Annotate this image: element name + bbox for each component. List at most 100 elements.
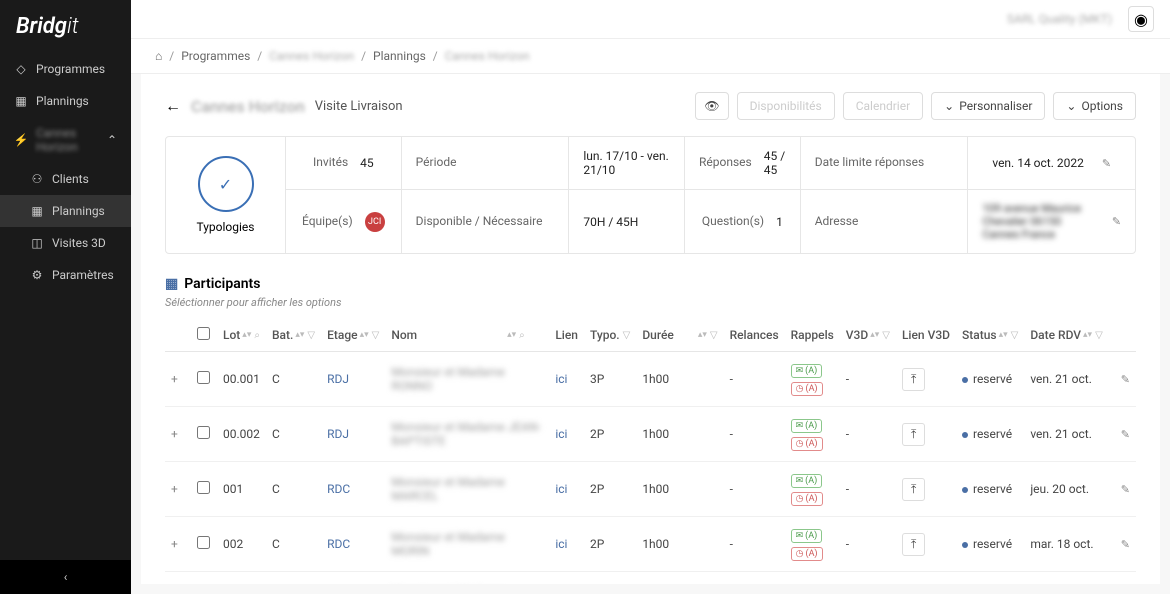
filter-icon[interactable]: ▽ [307,330,315,341]
home-icon[interactable]: ⌂ [155,49,162,63]
table-row: + 002 C RDC Monsieur et Madame MORIN ici… [165,517,1136,572]
cell-equipes: Équipe(s) JCI [286,190,402,253]
filter-icon[interactable]: ▽ [623,330,631,341]
cell-adresse-val: 109 avenue Maurice Chevalier 06150 Canne… [968,190,1135,253]
cell-lot: 003 [217,572,266,585]
cell-duree: 1h00 [636,352,723,407]
cell-relances: - [724,407,785,462]
select-all-checkbox[interactable] [197,327,210,340]
etage-link[interactable]: RDC [327,537,350,551]
cell-reponses: Réponses 45 / 45 [685,137,801,189]
cell-nom: Monsieur et Madame RONNO [391,365,505,393]
user-menu[interactable]: ◉ [1128,6,1154,32]
lien-link[interactable]: ici [555,537,567,551]
filter-icon[interactable]: ▽ [882,330,890,341]
cell-bat: C [266,352,321,407]
check-circle-icon: ✓ [198,156,254,212]
calendrier-button[interactable]: Calendrier [843,92,923,120]
crumb-programmes[interactable]: Programmes [181,49,250,63]
cell-relances: - [724,462,785,517]
sort-icon[interactable]: ▴▾ [360,333,369,338]
disponibilites-button[interactable]: Disponibilités [737,92,835,120]
crumb-project[interactable]: Cannes Horizon [269,49,354,63]
main: SARL Quality (MKT) ◉ ⌂ / Programmes / Ca… [131,0,1170,594]
etage-link[interactable]: RDC [327,482,350,496]
search-icon[interactable]: ⌕ [254,330,260,341]
edit-icon[interactable]: ✎ [1112,215,1121,228]
participants-subtitle: Séléctionner pour afficher les options [165,296,1136,309]
rappel-badge-mail[interactable]: ✉(A) [791,474,823,488]
lien-link[interactable]: ici [555,482,567,496]
cell-lot: 00.002 [217,407,266,462]
rappel-badge-clock[interactable]: ◷(A) [791,382,823,396]
back-button[interactable]: ← [165,96,181,116]
crumb-plannings[interactable]: Plannings [373,49,426,63]
upload-button[interactable]: ⤒ [902,533,925,556]
team-avatar[interactable]: JCI [365,212,385,232]
cell-periode: Période [402,137,570,189]
sort-icon[interactable]: ▴▾ [1083,333,1092,338]
search-icon[interactable]: ⌕ [519,330,525,341]
upload-button[interactable]: ⤒ [902,478,925,501]
row-checkbox[interactable] [197,371,210,384]
row-checkbox[interactable] [197,481,210,494]
expand-row[interactable]: + [171,427,178,441]
nav-parametres[interactable]: ⚙ Paramètres [0,259,131,291]
nav-plannings-sub[interactable]: ▦ Plannings [0,195,131,227]
status-dot-icon [962,487,968,493]
view-button[interactable]: 👁 [695,92,728,120]
sort-icon[interactable]: ▴▾ [870,333,879,338]
nav-project[interactable]: ⚡ Cannes Horizon ⌃ [0,117,131,163]
lien-link[interactable]: ici [555,372,567,386]
rappel-badge-mail[interactable]: ✉(A) [791,419,823,433]
cell-status: reservé [956,572,1024,585]
cell-relances: - [724,352,785,407]
rappel-badge-clock[interactable]: ◷(A) [791,547,823,561]
cell-date: mar. 18 oct. [1024,517,1108,572]
edit-row-icon[interactable]: ✎ [1121,483,1130,496]
upload-button[interactable]: ⤒ [902,423,925,446]
nav-programmes[interactable]: ◇ Programmes [0,53,131,85]
nav-plannings[interactable]: ▦ Plannings [0,85,131,117]
sort-icon[interactable]: ▴▾ [507,333,516,338]
nav-visites[interactable]: ◫ Visites 3D [0,227,131,259]
etage-link[interactable]: RDJ [327,427,349,441]
options-button[interactable]: ⌄Options [1053,92,1136,120]
rappel-badge-clock[interactable]: ◷(A) [791,437,823,451]
status-dot-icon [962,432,968,438]
chevron-left-icon: ‹ [64,570,68,584]
rappel-badge-clock[interactable]: ◷(A) [791,492,823,506]
edit-row-icon[interactable]: ✎ [1121,538,1130,551]
sort-icon[interactable]: ▴▾ [999,333,1008,338]
typologies-box[interactable]: ✓ Typologies [166,137,286,253]
sort-icon[interactable]: ▴▾ [242,333,251,338]
rappel-badge-mail[interactable]: ✉(A) [791,364,823,378]
row-checkbox[interactable] [197,536,210,549]
upload-button[interactable]: ⤒ [902,368,925,391]
personnaliser-button[interactable]: ⌄Personnaliser [931,92,1045,120]
row-checkbox[interactable] [197,426,210,439]
sort-icon[interactable]: ▴▾ [295,333,304,338]
cell-date: mer. 19 oct. [1024,572,1108,585]
nav-clients[interactable]: ⚇ Clients [0,163,131,195]
crumb-current: Cannes Horizon [445,49,530,63]
expand-row[interactable]: + [171,372,178,386]
filter-icon[interactable]: ▽ [372,330,380,341]
sidebar-collapse[interactable]: ‹ [0,560,131,594]
edit-row-icon[interactable]: ✎ [1121,428,1130,441]
cell-v3d: - [840,517,896,572]
edit-icon[interactable]: ✎ [1102,157,1111,170]
filter-icon[interactable]: ▽ [710,330,718,341]
expand-row[interactable]: + [171,537,178,551]
filter-icon[interactable]: ▽ [1011,330,1019,341]
rappel-badge-mail[interactable]: ✉(A) [791,529,823,543]
cell-v3d: - [840,572,896,585]
lien-link[interactable]: ici [555,427,567,441]
calendar-icon: ▦ [30,204,44,218]
filter-icon[interactable]: ▽ [1095,330,1103,341]
edit-row-icon[interactable]: ✎ [1121,373,1130,386]
cell-status: reservé [956,352,1024,407]
etage-link[interactable]: RDJ [327,372,349,386]
expand-row[interactable]: + [171,482,178,496]
sort-icon[interactable]: ▴▾ [698,333,707,338]
